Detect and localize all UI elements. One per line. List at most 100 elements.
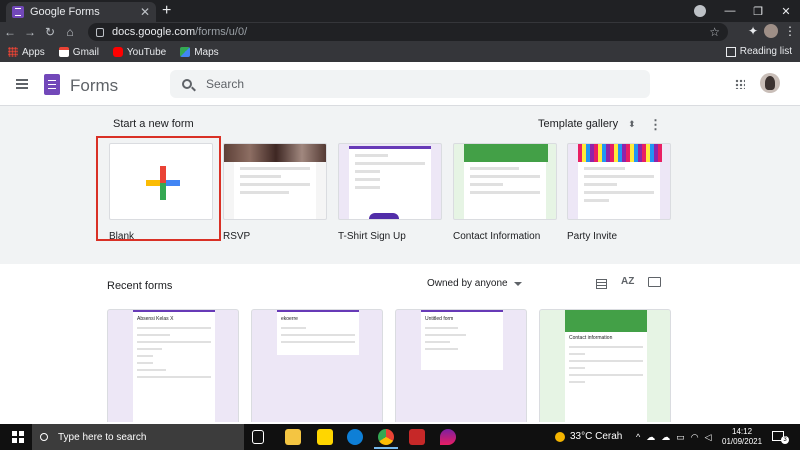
rsvp-banner-image <box>224 144 326 162</box>
new-tab-icon[interactable]: + <box>162 2 171 20</box>
owner-filter-label: Owned by anyone <box>427 278 508 289</box>
sun-icon <box>555 431 565 442</box>
back-icon[interactable]: ← <box>0 25 20 39</box>
maps-icon <box>180 47 191 57</box>
bookmark-label: Maps <box>194 46 219 58</box>
form-preview: ekoerre <box>277 310 359 355</box>
clock[interactable]: 14:12 01/09/2021 <box>722 427 762 447</box>
expand-collapse-icon: ⬍ <box>628 118 636 129</box>
start-section-title: Start a new form <box>113 118 194 130</box>
main-menu-icon[interactable] <box>16 79 28 89</box>
extensions-icon[interactable]: ✦ <box>748 24 758 38</box>
close-tab-icon[interactable]: ✕ <box>140 5 150 19</box>
dropdown-arrow-icon <box>513 281 522 286</box>
recent-form-card[interactable]: Absensi Kelas X <box>107 309 239 422</box>
search-icon[interactable] <box>182 79 192 89</box>
chrome-profile-avatar[interactable] <box>764 24 778 38</box>
forward-icon[interactable]: → <box>20 25 40 39</box>
app-title[interactable]: Forms <box>70 76 118 96</box>
minimize-icon[interactable]: — <box>716 5 744 17</box>
reading-list-label: Reading list <box>739 46 792 57</box>
browser-tab[interactable]: Google Forms ✕ <box>6 2 156 22</box>
battery-icon[interactable]: ▭ <box>676 432 685 443</box>
show-hidden-icons-icon[interactable]: ^ <box>636 432 640 443</box>
template-contact-information[interactable]: Contact Information <box>453 143 557 242</box>
google-apps-icon[interactable] <box>735 79 745 89</box>
form-title: Untitled form <box>425 316 454 322</box>
form-title: Contact information <box>569 335 613 341</box>
address-bar[interactable]: docs.google.com/forms/u/0/ ☆ <box>88 23 728 41</box>
recent-form-card[interactable]: Untitled form <box>395 309 527 422</box>
blank-selection-highlight <box>96 136 221 241</box>
mcafee-icon[interactable] <box>409 429 425 445</box>
weather-widget[interactable]: 33°C Cerah <box>555 431 622 442</box>
chrome-menu-icon[interactable]: ⋮ <box>784 24 796 38</box>
search-bar[interactable] <box>170 70 650 98</box>
edge-icon[interactable] <box>347 429 363 445</box>
contact-banner <box>464 144 548 162</box>
chrome-menu-circle-icon[interactable] <box>694 5 706 17</box>
browser-tab-strip: Google Forms ✕ + — ❐ ✕ <box>0 0 800 22</box>
recent-forms-title: Recent forms <box>107 280 173 292</box>
more-options-icon[interactable]: ⋮ <box>649 117 662 133</box>
bookmark-star-icon[interactable]: ☆ <box>709 25 720 39</box>
template-party-invite[interactable]: Party Invite <box>567 143 671 242</box>
recent-form-card[interactable]: Contact information <box>539 309 671 422</box>
notification-count-badge: 3 <box>781 436 789 444</box>
file-explorer-icon[interactable] <box>285 429 301 445</box>
reading-list-button[interactable]: Reading list <box>725 46 792 57</box>
template-label: Contact Information <box>453 231 541 242</box>
network-icon[interactable]: ☁ <box>646 432 655 443</box>
home-icon[interactable]: ⌂ <box>60 25 80 39</box>
sticky-notes-icon[interactable] <box>317 429 333 445</box>
bookmark-youtube[interactable]: YouTube <box>112 46 167 58</box>
template-label: RSVP <box>223 231 251 242</box>
bookmark-apps[interactable]: Apps <box>8 47 45 58</box>
gmail-icon <box>58 47 69 57</box>
owner-filter-dropdown[interactable]: Owned by anyone <box>427 278 522 289</box>
folder-icon[interactable] <box>648 277 661 287</box>
template-thumbnail[interactable] <box>567 143 671 220</box>
party-banner-image <box>578 144 662 162</box>
taskbar-search[interactable]: Type here to search <box>32 424 244 450</box>
template-tshirt-signup[interactable]: T-Shirt Sign Up <box>338 143 442 242</box>
reading-list-icon <box>725 46 736 57</box>
sort-az-icon[interactable]: AZ <box>621 276 634 287</box>
url-text[interactable]: docs.google.com/forms/u/0/ <box>112 26 709 38</box>
form-title: ekoerre <box>281 316 298 322</box>
restore-icon[interactable]: ❐ <box>744 5 772 18</box>
template-rsvp[interactable]: RSVP <box>223 143 327 242</box>
form-preview: Untitled form <box>421 310 503 370</box>
system-tray: ^ ☁ ☁ ▭ ◠ ◁ <box>636 432 712 443</box>
forms-logo-icon[interactable] <box>44 74 60 95</box>
template-label: T-Shirt Sign Up <box>338 231 406 242</box>
task-view-icon[interactable] <box>252 430 264 444</box>
bookmark-maps[interactable]: Maps <box>180 46 219 58</box>
youtube-icon <box>112 47 123 57</box>
windows-start-icon[interactable] <box>12 431 24 443</box>
windows-taskbar: Type here to search 33°C Cerah ^ ☁ ☁ ▭ ◠… <box>0 424 800 450</box>
template-thumbnail[interactable] <box>453 143 557 220</box>
app-icon[interactable] <box>440 429 456 445</box>
wifi-icon[interactable]: ◠ <box>691 432 699 443</box>
form-preview: Contact information <box>565 310 647 422</box>
bookmark-gmail[interactable]: Gmail <box>58 47 99 58</box>
reload-icon[interactable]: ↻ <box>40 25 60 39</box>
account-avatar[interactable] <box>760 73 780 93</box>
template-gallery-button[interactable]: Template gallery ⬍ <box>538 118 636 130</box>
template-thumbnail[interactable] <box>223 143 327 220</box>
recent-form-card[interactable]: ekoerre <box>251 309 383 422</box>
volume-icon[interactable]: ◁ <box>705 432 712 443</box>
form-preview: Absensi Kelas X <box>133 310 215 422</box>
chrome-icon[interactable] <box>374 429 398 449</box>
template-label: Party Invite <box>567 231 618 242</box>
list-view-icon[interactable] <box>596 279 607 289</box>
template-gallery-label: Template gallery <box>538 118 619 130</box>
lock-icon[interactable] <box>96 27 104 37</box>
bookmark-label: YouTube <box>126 46 167 58</box>
window-close-icon[interactable]: ✕ <box>772 5 800 18</box>
search-input[interactable] <box>206 77 606 91</box>
template-thumbnail[interactable] <box>338 143 442 220</box>
onedrive-icon[interactable]: ☁ <box>661 432 670 443</box>
forms-header: Forms <box>0 62 800 106</box>
